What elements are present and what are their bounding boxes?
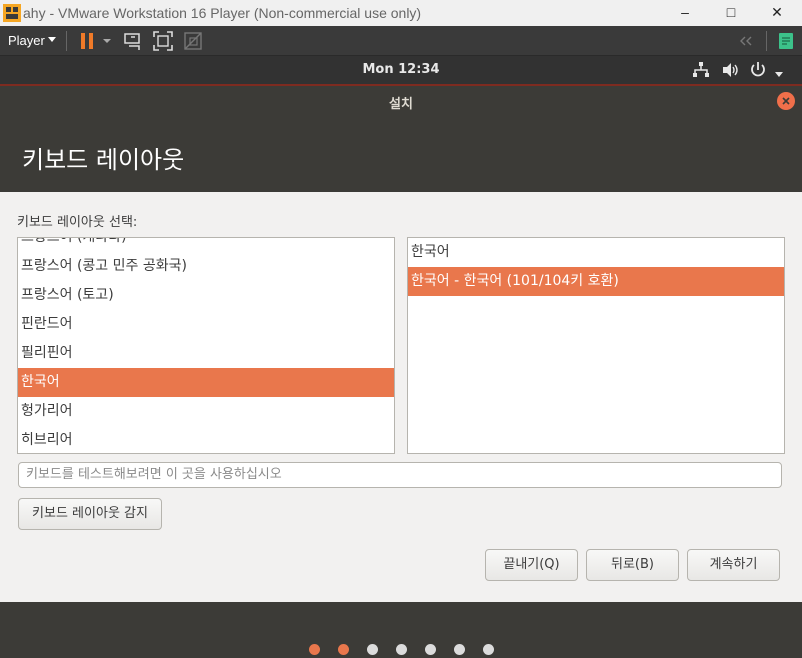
keyboard-test-input[interactable]: 키보드를 테스트해보려면 이 곳을 사용하십시오 — [18, 462, 782, 488]
pause-icon — [81, 33, 93, 49]
fullscreen-button[interactable] — [151, 29, 175, 53]
list-item[interactable]: 한국어 — [408, 238, 784, 267]
note-icon — [779, 33, 793, 49]
unity-icon — [184, 32, 202, 50]
close-window-button[interactable]: ✕ — [754, 0, 800, 26]
installer-window: 설치 키보드 레이아웃 키보드 레이아웃 선택: 프랑스어 (캐나다) 프랑스어 … — [0, 84, 802, 658]
back-button[interactable]: 뒤로(B) — [586, 549, 679, 581]
progress-dot-complete — [338, 644, 349, 655]
progress-dot — [454, 644, 465, 655]
toolbar-divider — [66, 31, 67, 51]
quit-button[interactable]: 끝내기(Q) — [485, 549, 578, 581]
ubuntu-top-bar: Mon 12:34 — [0, 56, 802, 84]
list-item[interactable]: 한국어 — [18, 368, 394, 397]
installer-window-title: 설치 — [389, 97, 413, 112]
progress-dot — [396, 644, 407, 655]
list-item[interactable]: 프랑스어 (토고) — [18, 281, 394, 310]
double-chevron-left-icon — [740, 36, 752, 46]
detect-layout-button[interactable]: 키보드 레이아웃 감지 — [18, 498, 162, 530]
list-item[interactable]: 핀란드어 — [18, 310, 394, 339]
chevron-down-icon — [48, 37, 56, 42]
list-item[interactable]: 프랑스어 (콩고 민주 공화국) — [18, 252, 394, 281]
chevron-down-icon[interactable] — [774, 66, 784, 84]
progress-dot-complete — [309, 644, 320, 655]
vmware-toolbar: Player — [0, 26, 802, 56]
toolbar-divider — [766, 31, 767, 51]
list-item[interactable]: 프랑스어 (캐나다) — [18, 238, 394, 252]
page-title: 키보드 레이아웃 — [22, 146, 185, 174]
progress-dot — [425, 644, 436, 655]
pause-dropdown-button[interactable] — [100, 29, 114, 53]
clock[interactable]: Mon 12:34 — [0, 62, 802, 77]
collapse-toolbar-button[interactable] — [734, 29, 758, 53]
installer-close-button[interactable] — [777, 92, 795, 110]
installer-content: 키보드 레이아웃 선택: 프랑스어 (캐나다) 프랑스어 (콩고 민주 공화국) 프… — [0, 192, 802, 602]
layout-label: 키보드 레이아웃 선택: — [17, 215, 138, 230]
unity-mode-button[interactable] — [181, 29, 205, 53]
progress-dot — [483, 644, 494, 655]
minimize-button[interactable]: – — [662, 0, 708, 26]
player-menu-label: Player — [8, 33, 45, 48]
volume-icon[interactable] — [721, 61, 741, 79]
send-ctrl-alt-del-button[interactable] — [121, 29, 145, 53]
list-item[interactable]: 헝가리어 — [18, 397, 394, 426]
continue-button[interactable]: 계속하기 — [687, 549, 780, 581]
vmware-app-icon — [3, 4, 21, 22]
pause-button[interactable] — [76, 29, 100, 53]
list-item[interactable]: 필리핀어 — [18, 339, 394, 368]
progress-dot — [367, 644, 378, 655]
fullscreen-icon — [153, 31, 173, 51]
keyboard-layout-list[interactable]: 프랑스어 (캐나다) 프랑스어 (콩고 민주 공화국) 프랑스어 (토고) 핀란드어 필… — [17, 237, 395, 454]
list-item[interactable]: 한국어 - 한국어 (101/104키 호환) — [408, 267, 784, 296]
maximize-button[interactable]: □ — [708, 0, 754, 26]
window-title: ahy - VMware Workstation 16 Player (Non-… — [23, 5, 422, 21]
close-icon — [782, 97, 790, 105]
keyboard-variant-list[interactable]: 한국어 한국어 - 한국어 (101/104키 호환) — [407, 237, 785, 454]
send-keys-icon — [124, 33, 140, 50]
chevron-down-icon — [103, 39, 111, 43]
power-icon[interactable] — [749, 61, 767, 79]
list-item[interactable]: 히브리어 — [18, 426, 394, 453]
network-icon[interactable] — [692, 61, 710, 79]
vmware-title-bar: ahy - VMware Workstation 16 Player (Non-… — [0, 0, 802, 26]
installer-progress-dots — [0, 602, 802, 658]
notes-button[interactable] — [774, 29, 798, 53]
installer-header: 설치 키보드 레이아웃 — [0, 84, 802, 192]
